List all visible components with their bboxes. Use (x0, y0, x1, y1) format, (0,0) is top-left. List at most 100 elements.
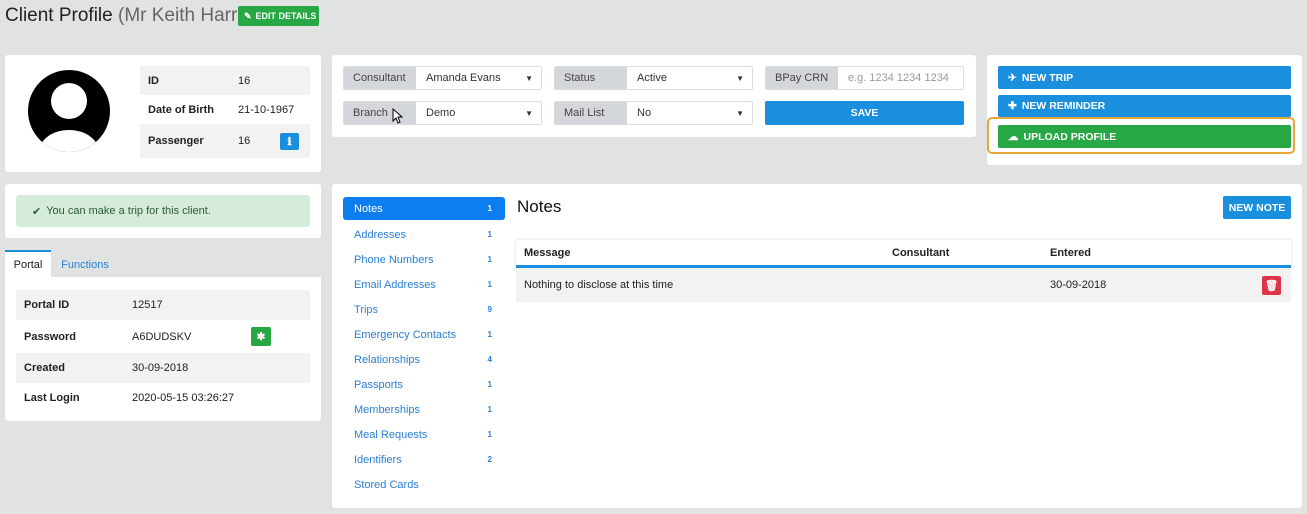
notes-title: Notes (517, 197, 562, 216)
regenerate-password-button[interactable]: ✱ (251, 327, 271, 346)
nav-item-email-addresses[interactable]: Email Addresses 1 (343, 272, 505, 297)
caret-down-icon: ▼ (736, 108, 744, 118)
col-entered: Entered (1050, 246, 1091, 259)
caret-down-icon: ▼ (736, 73, 744, 83)
value: A6DUDSKV (132, 330, 192, 343)
nav-item-stored-cards[interactable]: Stored Cards (343, 472, 505, 497)
edit-icon: ✎ (244, 10, 252, 21)
label: NEW REMINDER (1021, 100, 1106, 112)
nav-label: Passports (354, 378, 403, 391)
portal-row-password: Password A6DUDSKV ✱ (16, 320, 310, 353)
asterisk-icon: ✱ (256, 330, 266, 343)
nav-item-phone-numbers[interactable]: Phone Numbers 1 (343, 247, 505, 272)
nav-label: Trips (354, 303, 379, 316)
nav-count: 1 (487, 405, 492, 414)
label: Created (24, 362, 65, 374)
profile-table: ID 16 Date of Birth 21-10-1967 Passenger 16… (140, 66, 310, 158)
nav-item-addresses[interactable]: Addresses 1 (343, 222, 505, 247)
label: Mail List (555, 102, 627, 124)
nav-label: Email Addresses (354, 278, 436, 291)
nav-count: 4 (487, 355, 492, 364)
alert-text: You can make a trip for this client. (46, 205, 211, 217)
label: Consultant (344, 67, 416, 89)
alert-card: ✔ You can make a trip for this client. (5, 184, 321, 238)
nav-item-identifiers[interactable]: Identifiers 2 (343, 447, 505, 472)
profile-row-dob: Date of Birth 21-10-1967 (140, 95, 310, 124)
nav-item-notes[interactable]: Notes 1 (343, 197, 505, 220)
label: Last Login (24, 391, 80, 404)
caret-down-icon: ▼ (525, 108, 533, 118)
nav-item-meal-requests[interactable]: Meal Requests 1 (343, 422, 505, 447)
label: Portal ID (24, 299, 70, 311)
bpay-crn-input[interactable]: BPay CRN e.g. 1234 1234 1234 (765, 66, 964, 90)
label: UPLOAD PROFILE (1023, 130, 1117, 143)
nav-count: 1 (487, 255, 492, 264)
portal-panel: Portal ID 12517 Password A6DUDSKV ✱ Create… (5, 277, 321, 421)
passenger-info-button[interactable]: ℹ (280, 133, 299, 150)
profile-row-passenger: Passenger 16 ℹ (140, 124, 310, 158)
new-note-button[interactable]: NEW NOTE (1223, 196, 1291, 219)
label: Status (555, 67, 627, 89)
nav-item-passports[interactable]: Passports 1 (343, 372, 505, 397)
branch-select[interactable]: Branch Demo ▼ (343, 101, 542, 125)
status-select[interactable]: Status Active ▼ (554, 66, 753, 90)
table-header: Message Consultant Entered (516, 240, 1291, 268)
new-trip-button[interactable]: ✈ NEW TRIP (998, 66, 1291, 89)
nav-label: Memberships (354, 403, 421, 416)
label: Branch (344, 102, 416, 124)
nav-item-relationships[interactable]: Relationships 4 (343, 347, 505, 372)
save-label: SAVE (850, 107, 879, 119)
nav-label: Stored Cards (354, 478, 419, 491)
mail-list-select[interactable]: Mail List No ▼ (554, 101, 753, 125)
delete-note-button[interactable]: 🗑 (1262, 276, 1281, 295)
nav-count: 1 (487, 230, 492, 239)
nav-label: Emergency Contacts (354, 328, 457, 341)
edit-label: EDIT DETAILS (255, 11, 317, 21)
tab-label: Portal (13, 259, 43, 271)
nav-count: 9 (487, 305, 492, 314)
value: Demo (426, 107, 456, 119)
value: 16 (238, 135, 251, 147)
label: Passenger (148, 135, 204, 147)
value: 2020-05-15 03:26:27 (132, 391, 235, 404)
value: 30-09-2018 (132, 362, 189, 374)
label: NEW NOTE (1228, 201, 1286, 214)
nav-item-emergency-contacts[interactable]: Emergency Contacts 1 (343, 322, 505, 347)
new-reminder-button[interactable]: ✚ NEW REMINDER (998, 95, 1291, 117)
label: ID (148, 74, 159, 87)
consultant-select[interactable]: Consultant Amanda Evans ▼ (343, 66, 542, 90)
notes-table: Message Consultant Entered Nothing to di… (516, 240, 1291, 302)
edit-details-button[interactable]: ✎ EDIT DETAILS (238, 6, 319, 26)
plus-icon: ✚ (1008, 100, 1017, 112)
nav-item-memberships[interactable]: Memberships 1 (343, 397, 505, 422)
nav-count: 1 (487, 280, 492, 289)
label: Password (24, 330, 76, 343)
save-button[interactable]: SAVE (765, 101, 964, 125)
upload-profile-button[interactable]: ☁ UPLOAD PROFILE (998, 125, 1291, 148)
nav-label: Relationships (354, 353, 421, 366)
tab-portal[interactable]: Portal (5, 250, 51, 278)
portal-row-last-login: Last Login 2020-05-15 03:26:27 (16, 383, 310, 412)
caret-down-icon: ▼ (525, 73, 533, 83)
nav-label: Addresses (354, 228, 406, 241)
settings-card: Consultant Amanda Evans ▼ Status Active ▼ BP… (332, 55, 976, 137)
trip-allowed-alert: ✔ You can make a trip for this client. (16, 195, 310, 227)
avatar-icon (28, 70, 110, 152)
trash-icon: 🗑 (1264, 280, 1279, 292)
nav-label: Phone Numbers (354, 253, 434, 266)
placeholder: e.g. 1234 1234 1234 (848, 72, 949, 84)
profile-card: ID 16 Date of Birth 21-10-1967 Passenger 16… (5, 55, 321, 172)
title-text: Client Profile (5, 5, 113, 26)
page-title: Client Profile (Mr Keith Harris) (5, 5, 257, 27)
nav-item-trips[interactable]: Trips 9 (343, 297, 505, 322)
mouse-cursor-icon (392, 108, 404, 124)
plane-icon: ✈ (1008, 71, 1017, 84)
client-name: (Mr Keith Harris) (118, 5, 258, 26)
nav-count: 1 (487, 204, 492, 213)
value: 21-10-1967 (238, 103, 295, 116)
portal-row-created: Created 30-09-2018 (16, 353, 310, 383)
label: BPay CRN (766, 67, 838, 89)
tab-functions[interactable]: Functions (51, 252, 119, 277)
section-nav: Notes 1 Addresses 1 Phone Numbers 1 Email Addr… (343, 197, 505, 497)
value: Active (637, 72, 667, 84)
